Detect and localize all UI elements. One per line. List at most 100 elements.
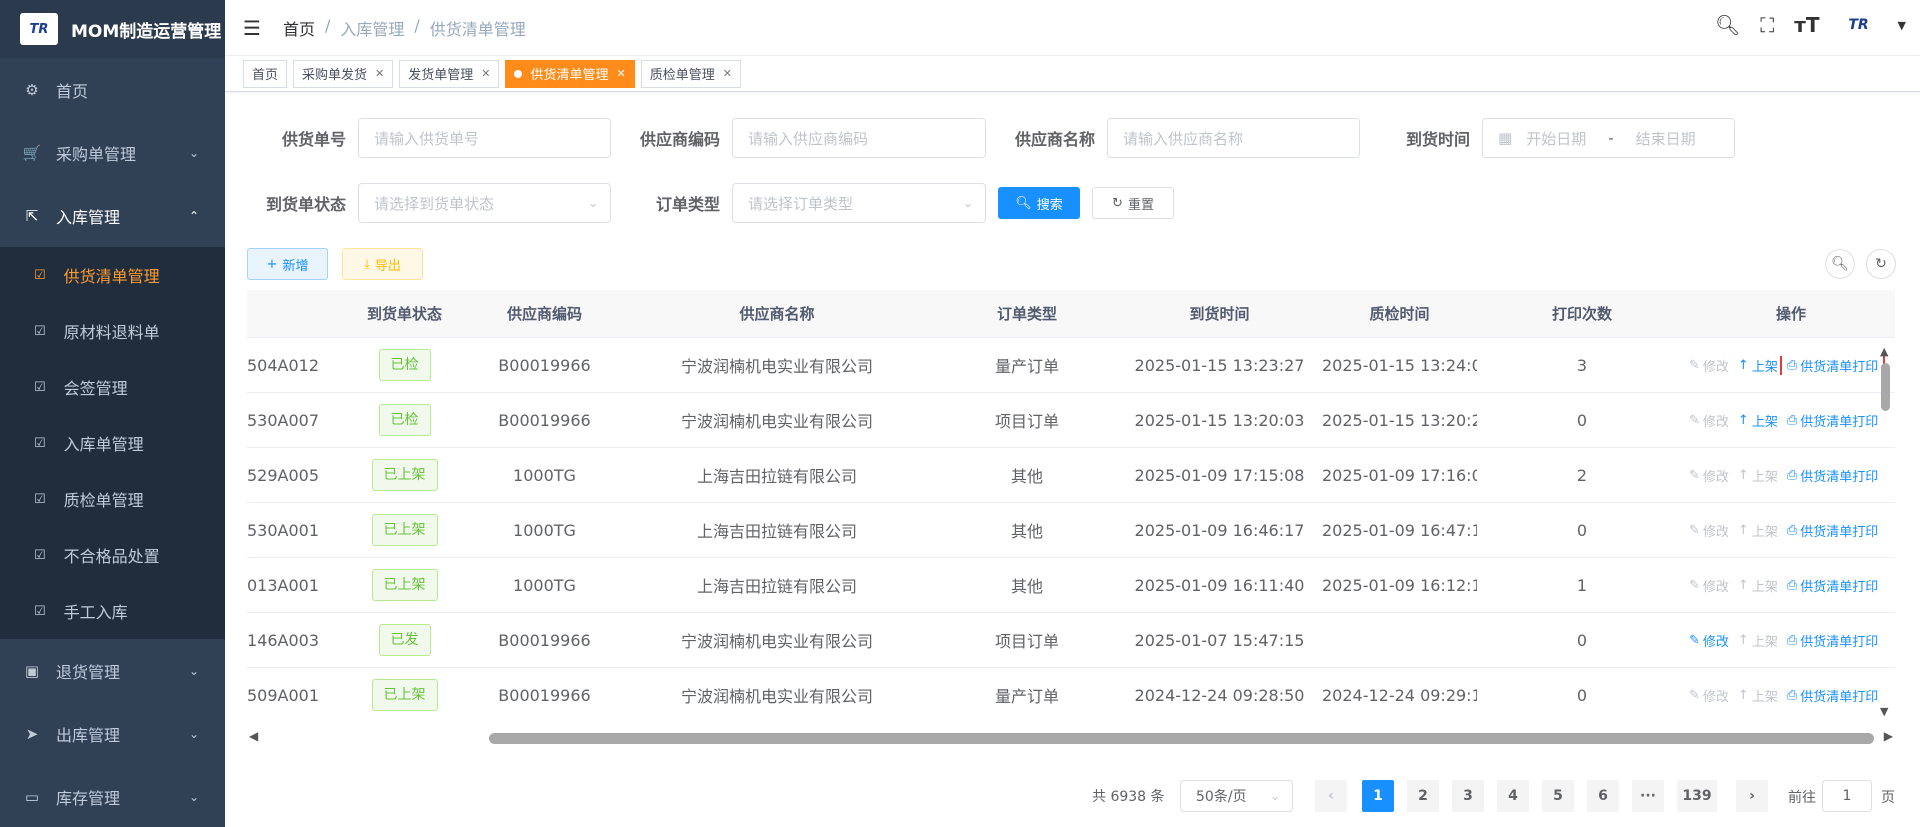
prev-page-button[interactable]: ‹ xyxy=(1315,780,1347,812)
close-icon[interactable]: ✕ xyxy=(723,67,732,80)
print-supply-list-button[interactable]: ⎙ 供货清单打印 xyxy=(1787,686,1878,705)
tab-qc-order[interactable]: 质检单管理 ✕ xyxy=(640,59,741,88)
print-supply-list-button[interactable]: ⎙ 供货清单打印 xyxy=(1787,521,1878,540)
sidebar-item-outbound[interactable]: ➤ 出库管理 ⌄ xyxy=(0,702,225,765)
sidebar-item-inbound-order[interactable]: ☑ 入库单管理 xyxy=(0,415,225,471)
add-button[interactable]: + 新增 xyxy=(247,248,328,280)
print-supply-list-button[interactable]: ⎙ 供货清单打印 xyxy=(1787,466,1878,485)
close-icon[interactable]: ✕ xyxy=(375,67,384,80)
horizontal-scrollbar[interactable]: ◀ ▶ xyxy=(247,728,1895,748)
sidebar-item-qc-order[interactable]: ☑ 质检单管理 xyxy=(0,471,225,527)
scrollbar-thumb[interactable] xyxy=(1881,363,1890,411)
chevron-down-icon: ⌄ xyxy=(587,196,598,210)
supplier-name-input[interactable]: 请输入供应商名称 xyxy=(1107,118,1360,158)
sidebar-item-home[interactable]: ⚙ 首页 xyxy=(0,58,225,121)
edit-button[interactable]: ✎ 修改 xyxy=(1689,631,1729,650)
print-label: 供货清单打印 xyxy=(1800,524,1879,540)
print-supply-list-button[interactable]: ⎙ 供货清单打印 xyxy=(1787,576,1878,595)
shelve-button[interactable]: ↑ 上架 xyxy=(1738,631,1778,650)
edit-icon: ✎ xyxy=(1689,522,1700,538)
search-icon[interactable]: 🔍︎ xyxy=(1715,13,1740,37)
edit-button[interactable]: ✎ 修改 xyxy=(1689,686,1729,705)
vertical-scrollbar[interactable]: ▲ ▼ xyxy=(1878,345,1893,718)
sidebar-item-purchase[interactable]: 🛒 采购单管理 ⌄ xyxy=(0,121,225,184)
close-icon[interactable]: ✕ xyxy=(481,67,490,80)
sidebar-item-returns[interactable]: ▣ 退货管理 ⌄ xyxy=(0,639,225,702)
tab-supply-list[interactable]: 供货清单管理 ✕ xyxy=(505,59,635,88)
tab-purchase-delivery[interactable]: 采购单发货 ✕ xyxy=(293,59,394,88)
edit-button[interactable]: ✎ 修改 xyxy=(1689,576,1729,595)
shelve-button[interactable]: ↑ 上架 xyxy=(1738,521,1778,540)
tab-home[interactable]: 首页 xyxy=(243,59,288,88)
sidebar-item-nonconforming[interactable]: ☑ 不合格品处置 xyxy=(0,527,225,583)
search-button[interactable]: 🔍︎ 搜索 xyxy=(998,187,1080,219)
scrollbar-thumb[interactable] xyxy=(489,733,1874,744)
goto-page-input[interactable]: 1 xyxy=(1822,780,1872,812)
send-icon: ➤ xyxy=(25,724,39,743)
page-ellipsis[interactable]: ··· xyxy=(1632,780,1664,812)
export-button[interactable]: ⤓ 导出 xyxy=(342,248,423,280)
reset-button[interactable]: ↻ 重置 xyxy=(1092,187,1174,219)
qc-time-cell: 2025-01-15 13:24:01 xyxy=(1322,355,1477,375)
tags-view: 首页 采购单发货 ✕ 发货单管理 ✕ 供货清单管理 ✕ 质检单管理 ✕ xyxy=(225,56,1920,92)
supplier-code-input[interactable]: 请输入供应商编码 xyxy=(732,118,986,158)
page-button[interactable]: 5 xyxy=(1542,780,1574,812)
edit-button[interactable]: ✎ 修改 xyxy=(1689,411,1729,430)
hamburger-icon[interactable]: ☰ xyxy=(243,16,261,40)
sidebar-item-material-return[interactable]: ☑ 原材料退料单 xyxy=(0,303,225,359)
scroll-left-icon[interactable]: ◀ xyxy=(249,729,258,743)
page-size-select[interactable]: 50条/页 ⌄ xyxy=(1180,780,1293,812)
print-supply-list-button[interactable]: ⎙ 供货清单打印 xyxy=(1779,355,1886,375)
column-header: 打印次数 xyxy=(1551,305,1612,323)
search-button-label: 搜索 xyxy=(1036,197,1063,213)
page-button[interactable]: 1 xyxy=(1362,780,1394,812)
page-button[interactable]: 3 xyxy=(1452,780,1484,812)
page-button[interactable]: 6 xyxy=(1587,780,1619,812)
print-supply-list-button[interactable]: ⎙ 供货清单打印 xyxy=(1787,631,1878,650)
page-button[interactable]: 139 xyxy=(1677,780,1717,812)
start-date-input[interactable]: 开始日期 xyxy=(1526,128,1586,149)
close-icon[interactable]: ✕ xyxy=(617,67,626,80)
end-date-input[interactable]: 结束日期 xyxy=(1636,128,1696,149)
scroll-up-icon[interactable]: ▲ xyxy=(1880,345,1888,358)
edit-button[interactable]: ✎ 修改 xyxy=(1689,466,1729,485)
shelve-label: 上架 xyxy=(1751,634,1778,650)
shelve-button[interactable]: ↑ 上架 xyxy=(1738,576,1778,595)
shelve-button[interactable]: ↑ 上架 xyxy=(1738,686,1778,705)
sidebar-item-inventory[interactable]: ▭ 库存管理 ⌄ xyxy=(0,765,225,827)
sidebar-item-label: 供货清单管理 xyxy=(63,267,160,286)
tab-delivery-order[interactable]: 发货单管理 ✕ xyxy=(399,59,500,88)
supply-no-input[interactable]: 请输入供货单号 xyxy=(358,118,611,158)
font-size-icon[interactable]: тT xyxy=(1794,13,1819,37)
scroll-right-icon[interactable]: ▶ xyxy=(1884,729,1893,743)
sidebar-item-inbound[interactable]: ⇱ 入库管理 ⌃ xyxy=(0,184,225,247)
page-button[interactable]: 2 xyxy=(1407,780,1439,812)
sidebar-item-manual-inbound[interactable]: ☑ 手工入库 xyxy=(0,583,225,639)
arrival-time-label: 到货时间 xyxy=(1405,130,1470,149)
edit-button[interactable]: ✎ 修改 xyxy=(1689,356,1729,375)
sidebar-item-supply-list[interactable]: ☑ 供货清单管理 xyxy=(0,247,225,303)
scroll-down-icon[interactable]: ▼ xyxy=(1880,705,1888,718)
arrival-date-range[interactable]: ▦ 开始日期 - 结束日期 xyxy=(1482,118,1735,158)
shelve-button[interactable]: ↑ 上架 xyxy=(1738,466,1778,485)
fullscreen-icon[interactable]: ⛶ xyxy=(1760,13,1774,37)
shelve-button[interactable]: ↑ 上架 xyxy=(1738,356,1778,375)
sidebar-item-countersign[interactable]: ☑ 会签管理 xyxy=(0,359,225,415)
arrival-status-select[interactable]: 请选择到货单状态 ⌄ xyxy=(358,183,611,223)
refresh-button[interactable]: ↻ xyxy=(1866,249,1896,279)
order-type-select[interactable]: 请选择订单类型 ⌄ xyxy=(732,183,986,223)
shelve-button[interactable]: ↑ 上架 xyxy=(1738,411,1778,430)
caret-down-icon[interactable]: ▼ xyxy=(1898,19,1906,32)
print-supply-list-button[interactable]: ⎙ 供货清单打印 xyxy=(1787,411,1878,430)
printer-icon: ⎙ xyxy=(1786,357,1798,373)
sidebar-item-label: 不合格品处置 xyxy=(63,547,160,566)
avatar[interactable]: TR xyxy=(1840,12,1878,38)
checkbox-icon: ☑ xyxy=(34,491,46,507)
edit-button[interactable]: ✎ 修改 xyxy=(1689,521,1729,540)
next-page-button[interactable]: › xyxy=(1736,780,1768,812)
breadcrumb-home[interactable]: 首页 xyxy=(283,16,315,40)
supply-no-cell: 509A001 xyxy=(247,685,320,705)
page-button[interactable]: 4 xyxy=(1497,780,1529,812)
table-row: 530A007 已检 B00019966 宁波润楠机电实业有限公司 项目订单 2025-0… xyxy=(247,393,1895,448)
toggle-search-button[interactable]: 🔍︎ xyxy=(1825,249,1855,279)
